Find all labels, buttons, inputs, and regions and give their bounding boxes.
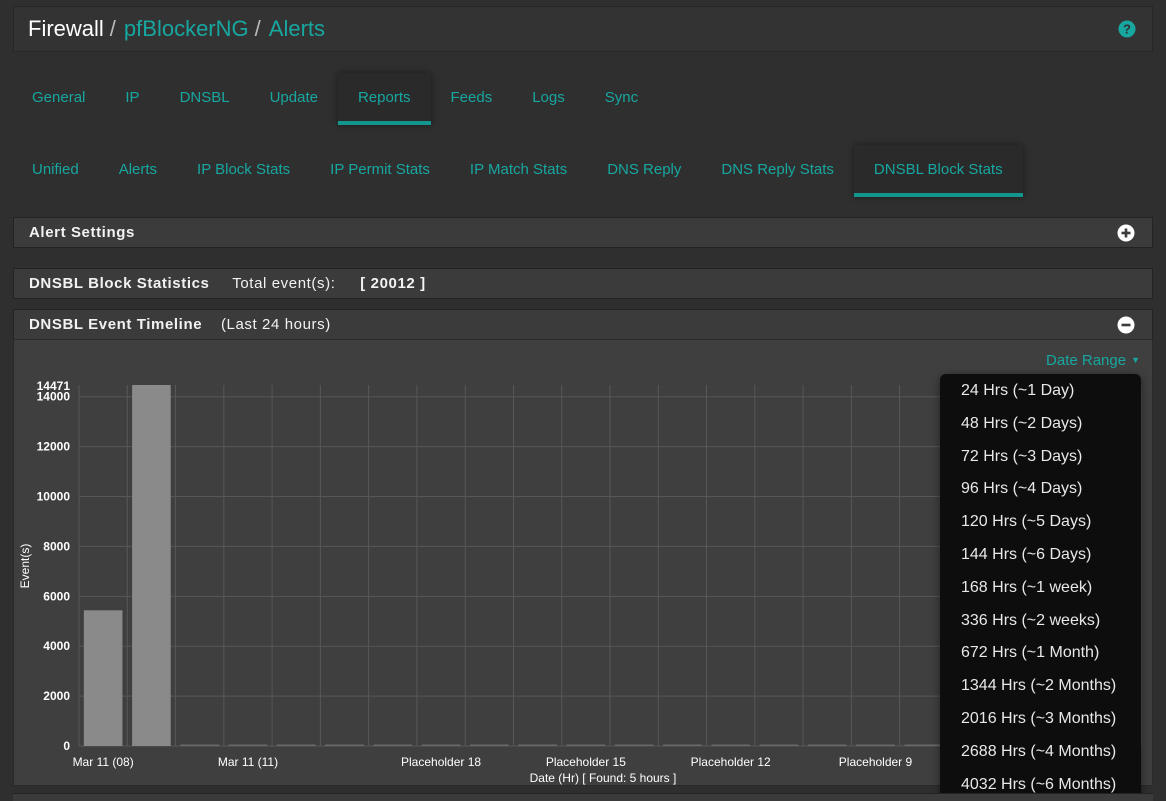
bar[interactable] bbox=[663, 744, 702, 747]
bar[interactable] bbox=[228, 744, 268, 747]
collapse-minus-icon[interactable] bbox=[1117, 316, 1135, 334]
date-range-option[interactable]: 672 Hrs (~1 Month) bbox=[940, 636, 1141, 669]
tab-dns-reply[interactable]: DNS Reply bbox=[587, 145, 701, 197]
timeline-header[interactable]: DNSBL Event Timeline (Last 24 hours) bbox=[13, 309, 1153, 340]
date-range-option[interactable]: 72 Hrs (~3 Days) bbox=[940, 440, 1141, 473]
breadcrumb: Firewall / pfBlockerNG / Alerts ? bbox=[13, 6, 1153, 52]
tab-dnsbl-block-stats[interactable]: DNSBL Block Stats bbox=[853, 145, 1023, 197]
tab-ip-match-stats[interactable]: IP Match Stats bbox=[450, 145, 587, 197]
help-icon[interactable]: ? bbox=[1118, 20, 1136, 38]
alert-settings-header[interactable]: Alert Settings bbox=[13, 217, 1153, 248]
bar[interactable] bbox=[470, 744, 509, 747]
bar[interactable] bbox=[83, 610, 123, 746]
tab-general[interactable]: General bbox=[12, 73, 105, 125]
bar[interactable] bbox=[421, 744, 461, 747]
tab-dns-reply-stats[interactable]: DNS Reply Stats bbox=[701, 145, 854, 197]
y-max-label: 14471 bbox=[37, 379, 71, 393]
date-range-option[interactable]: 96 Hrs (~4 Days) bbox=[940, 472, 1141, 505]
tab-unified[interactable]: Unified bbox=[12, 145, 99, 197]
x-tick-label: Placeholder 18 bbox=[401, 755, 481, 769]
block-stats-header: DNSBL Block Statistics Total event(s): [… bbox=[13, 268, 1153, 299]
y-tick-label: 10000 bbox=[37, 490, 71, 504]
tab-ip-block-stats[interactable]: IP Block Stats bbox=[177, 145, 310, 197]
y-tick-label: 6000 bbox=[43, 589, 70, 603]
tab-logs[interactable]: Logs bbox=[512, 73, 585, 125]
y-tick-label: 12000 bbox=[37, 440, 71, 454]
timeline-subtitle: (Last 24 hours) bbox=[220, 316, 331, 333]
date-range-option[interactable]: 2688 Hrs (~4 Months) bbox=[940, 735, 1141, 768]
tab-alerts[interactable]: Alerts bbox=[99, 145, 177, 197]
alert-settings-title: Alert Settings bbox=[29, 224, 135, 241]
total-events-label: Total event(s): bbox=[232, 275, 336, 292]
y-tick-label: 4000 bbox=[43, 639, 70, 653]
date-range-option[interactable]: 336 Hrs (~2 weeks) bbox=[940, 604, 1141, 637]
x-axis-title: Date (Hr) [ Found: 5 hours ] bbox=[530, 771, 677, 785]
report-tabs: Unified Alerts IP Block Stats IP Permit … bbox=[12, 145, 1023, 197]
date-range-option[interactable]: 168 Hrs (~1 week) bbox=[940, 571, 1141, 604]
main-tabs: General IP DNSBL Update Reports Feeds Lo… bbox=[12, 73, 658, 125]
x-tick-label: Placeholder 9 bbox=[839, 755, 913, 769]
tab-sync[interactable]: Sync bbox=[585, 73, 658, 125]
x-tick-label: Placeholder 12 bbox=[691, 755, 771, 769]
total-events-value: [ 20012 ] bbox=[360, 275, 426, 292]
tab-reports[interactable]: Reports bbox=[337, 73, 431, 125]
bar[interactable] bbox=[373, 744, 413, 747]
date-range-menu: 24 Hrs (~1 Day) 48 Hrs (~2 Days) 72 Hrs (~… bbox=[940, 374, 1141, 800]
date-range-option[interactable]: 144 Hrs (~6 Days) bbox=[940, 538, 1141, 571]
breadcrumb-separator: / bbox=[254, 16, 261, 41]
svg-text:?: ? bbox=[1123, 22, 1131, 37]
expand-plus-icon[interactable] bbox=[1117, 224, 1135, 242]
date-range-option[interactable]: 2016 Hrs (~3 Months) bbox=[940, 702, 1141, 735]
y-tick-label: 8000 bbox=[43, 539, 70, 553]
bar[interactable] bbox=[807, 744, 847, 747]
bar[interactable] bbox=[325, 744, 364, 747]
bar[interactable] bbox=[180, 744, 219, 747]
x-tick-label: Placeholder 15 bbox=[546, 755, 626, 769]
bar[interactable] bbox=[711, 744, 750, 747]
breadcrumb-alerts[interactable]: Alerts bbox=[269, 16, 325, 42]
bar[interactable] bbox=[856, 744, 895, 747]
bar[interactable] bbox=[904, 744, 944, 747]
x-tick-label: Mar 11 (11) bbox=[218, 755, 278, 769]
breadcrumb-firewall: Firewall bbox=[28, 16, 104, 41]
y-tick-label: 0 bbox=[63, 739, 70, 753]
date-range-option[interactable]: 24 Hrs (~1 Day) bbox=[940, 374, 1141, 407]
bar[interactable] bbox=[276, 744, 316, 747]
bar[interactable] bbox=[566, 744, 606, 747]
bar[interactable] bbox=[132, 385, 171, 746]
date-range-option[interactable]: 120 Hrs (~5 Days) bbox=[940, 505, 1141, 538]
breadcrumb-pfblockerng[interactable]: pfBlockerNG bbox=[124, 16, 249, 42]
x-tick-label: Mar 11 (08) bbox=[73, 755, 134, 769]
y-axis-title: Event(s) bbox=[18, 544, 32, 589]
bar[interactable] bbox=[759, 744, 799, 747]
tab-update[interactable]: Update bbox=[250, 73, 338, 125]
timeline-title: DNSBL Event Timeline bbox=[29, 316, 203, 333]
date-range-option[interactable]: 48 Hrs (~2 Days) bbox=[940, 407, 1141, 440]
breadcrumb-separator: / bbox=[109, 16, 116, 41]
date-range-option[interactable]: 1344 Hrs (~2 Months) bbox=[940, 669, 1141, 702]
tab-ip-permit-stats[interactable]: IP Permit Stats bbox=[310, 145, 450, 197]
tab-feeds[interactable]: Feeds bbox=[431, 73, 513, 125]
y-tick-label: 2000 bbox=[43, 689, 70, 703]
bar[interactable] bbox=[614, 744, 654, 747]
tab-dnsbl[interactable]: DNSBL bbox=[160, 73, 250, 125]
block-stats-title: DNSBL Block Statistics bbox=[29, 275, 210, 292]
bar[interactable] bbox=[518, 744, 557, 747]
tab-ip[interactable]: IP bbox=[105, 73, 159, 125]
